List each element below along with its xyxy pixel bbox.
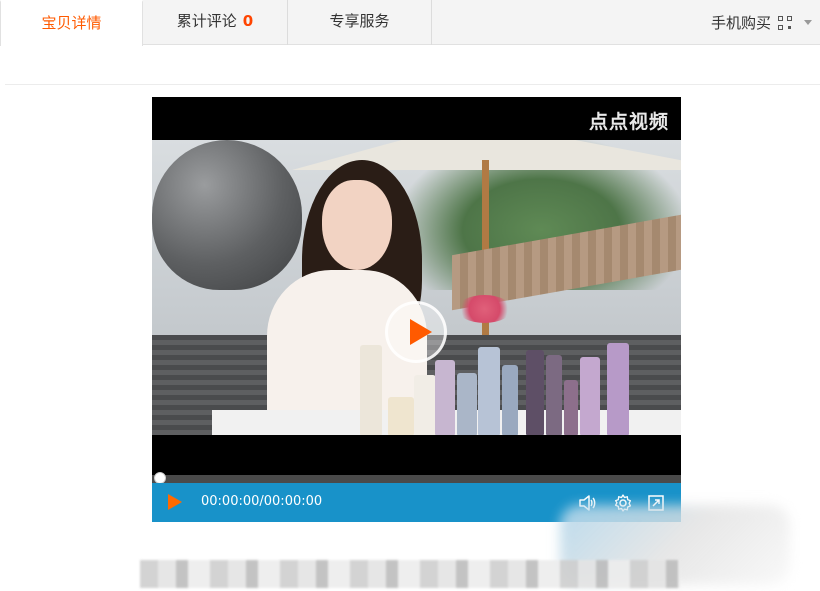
product-bottle	[360, 345, 382, 435]
blurred-text-region	[140, 560, 680, 588]
product-bottle	[478, 347, 500, 435]
tab-bar: 宝贝详情 累计评论 0 专享服务 手机购买	[0, 0, 820, 46]
product-bottle	[546, 355, 562, 435]
video-brand-watermark: 点点视频	[588, 111, 669, 133]
section-divider	[5, 84, 820, 85]
mobile-buy-label: 手机购买	[710, 13, 771, 32]
tab-item-services[interactable]: 专享服务	[288, 0, 432, 45]
tab-item-reviews[interactable]: 累计评论 0	[143, 0, 288, 45]
time-display: 00:00:00/00:00:00	[201, 494, 323, 509]
tab-item-services-label: 专享服务	[329, 12, 390, 30]
model-face	[322, 180, 392, 270]
background-sculpture	[152, 140, 302, 290]
product-bottle	[388, 397, 414, 435]
product-bottle	[502, 365, 518, 435]
background-flowers	[457, 295, 512, 323]
tab-item-reviews-label: 累计评论	[176, 12, 237, 30]
product-bottle	[526, 350, 544, 435]
product-bottle	[580, 357, 600, 435]
video-player[interactable]: 点点视频 00:00:00/00:00:00	[152, 97, 681, 522]
product-bottle	[435, 360, 455, 435]
tab-item-details[interactable]: 宝贝详情	[0, 0, 143, 46]
mobile-buy-button[interactable]: 手机购买	[711, 0, 820, 45]
play-overlay-button[interactable]	[385, 301, 447, 363]
video-frame[interactable]	[152, 140, 681, 435]
qr-code-icon	[778, 15, 792, 30]
product-bottle	[564, 380, 578, 435]
progress-bar[interactable]	[152, 472, 681, 484]
product-bottle	[457, 373, 477, 435]
caret-down-icon	[804, 20, 812, 25]
play-icon[interactable]	[168, 494, 182, 510]
product-bottle	[414, 375, 436, 435]
tab-item-details-label: 宝贝详情	[41, 14, 102, 32]
review-count-badge: 0	[242, 12, 254, 30]
product-bottle	[607, 343, 629, 435]
